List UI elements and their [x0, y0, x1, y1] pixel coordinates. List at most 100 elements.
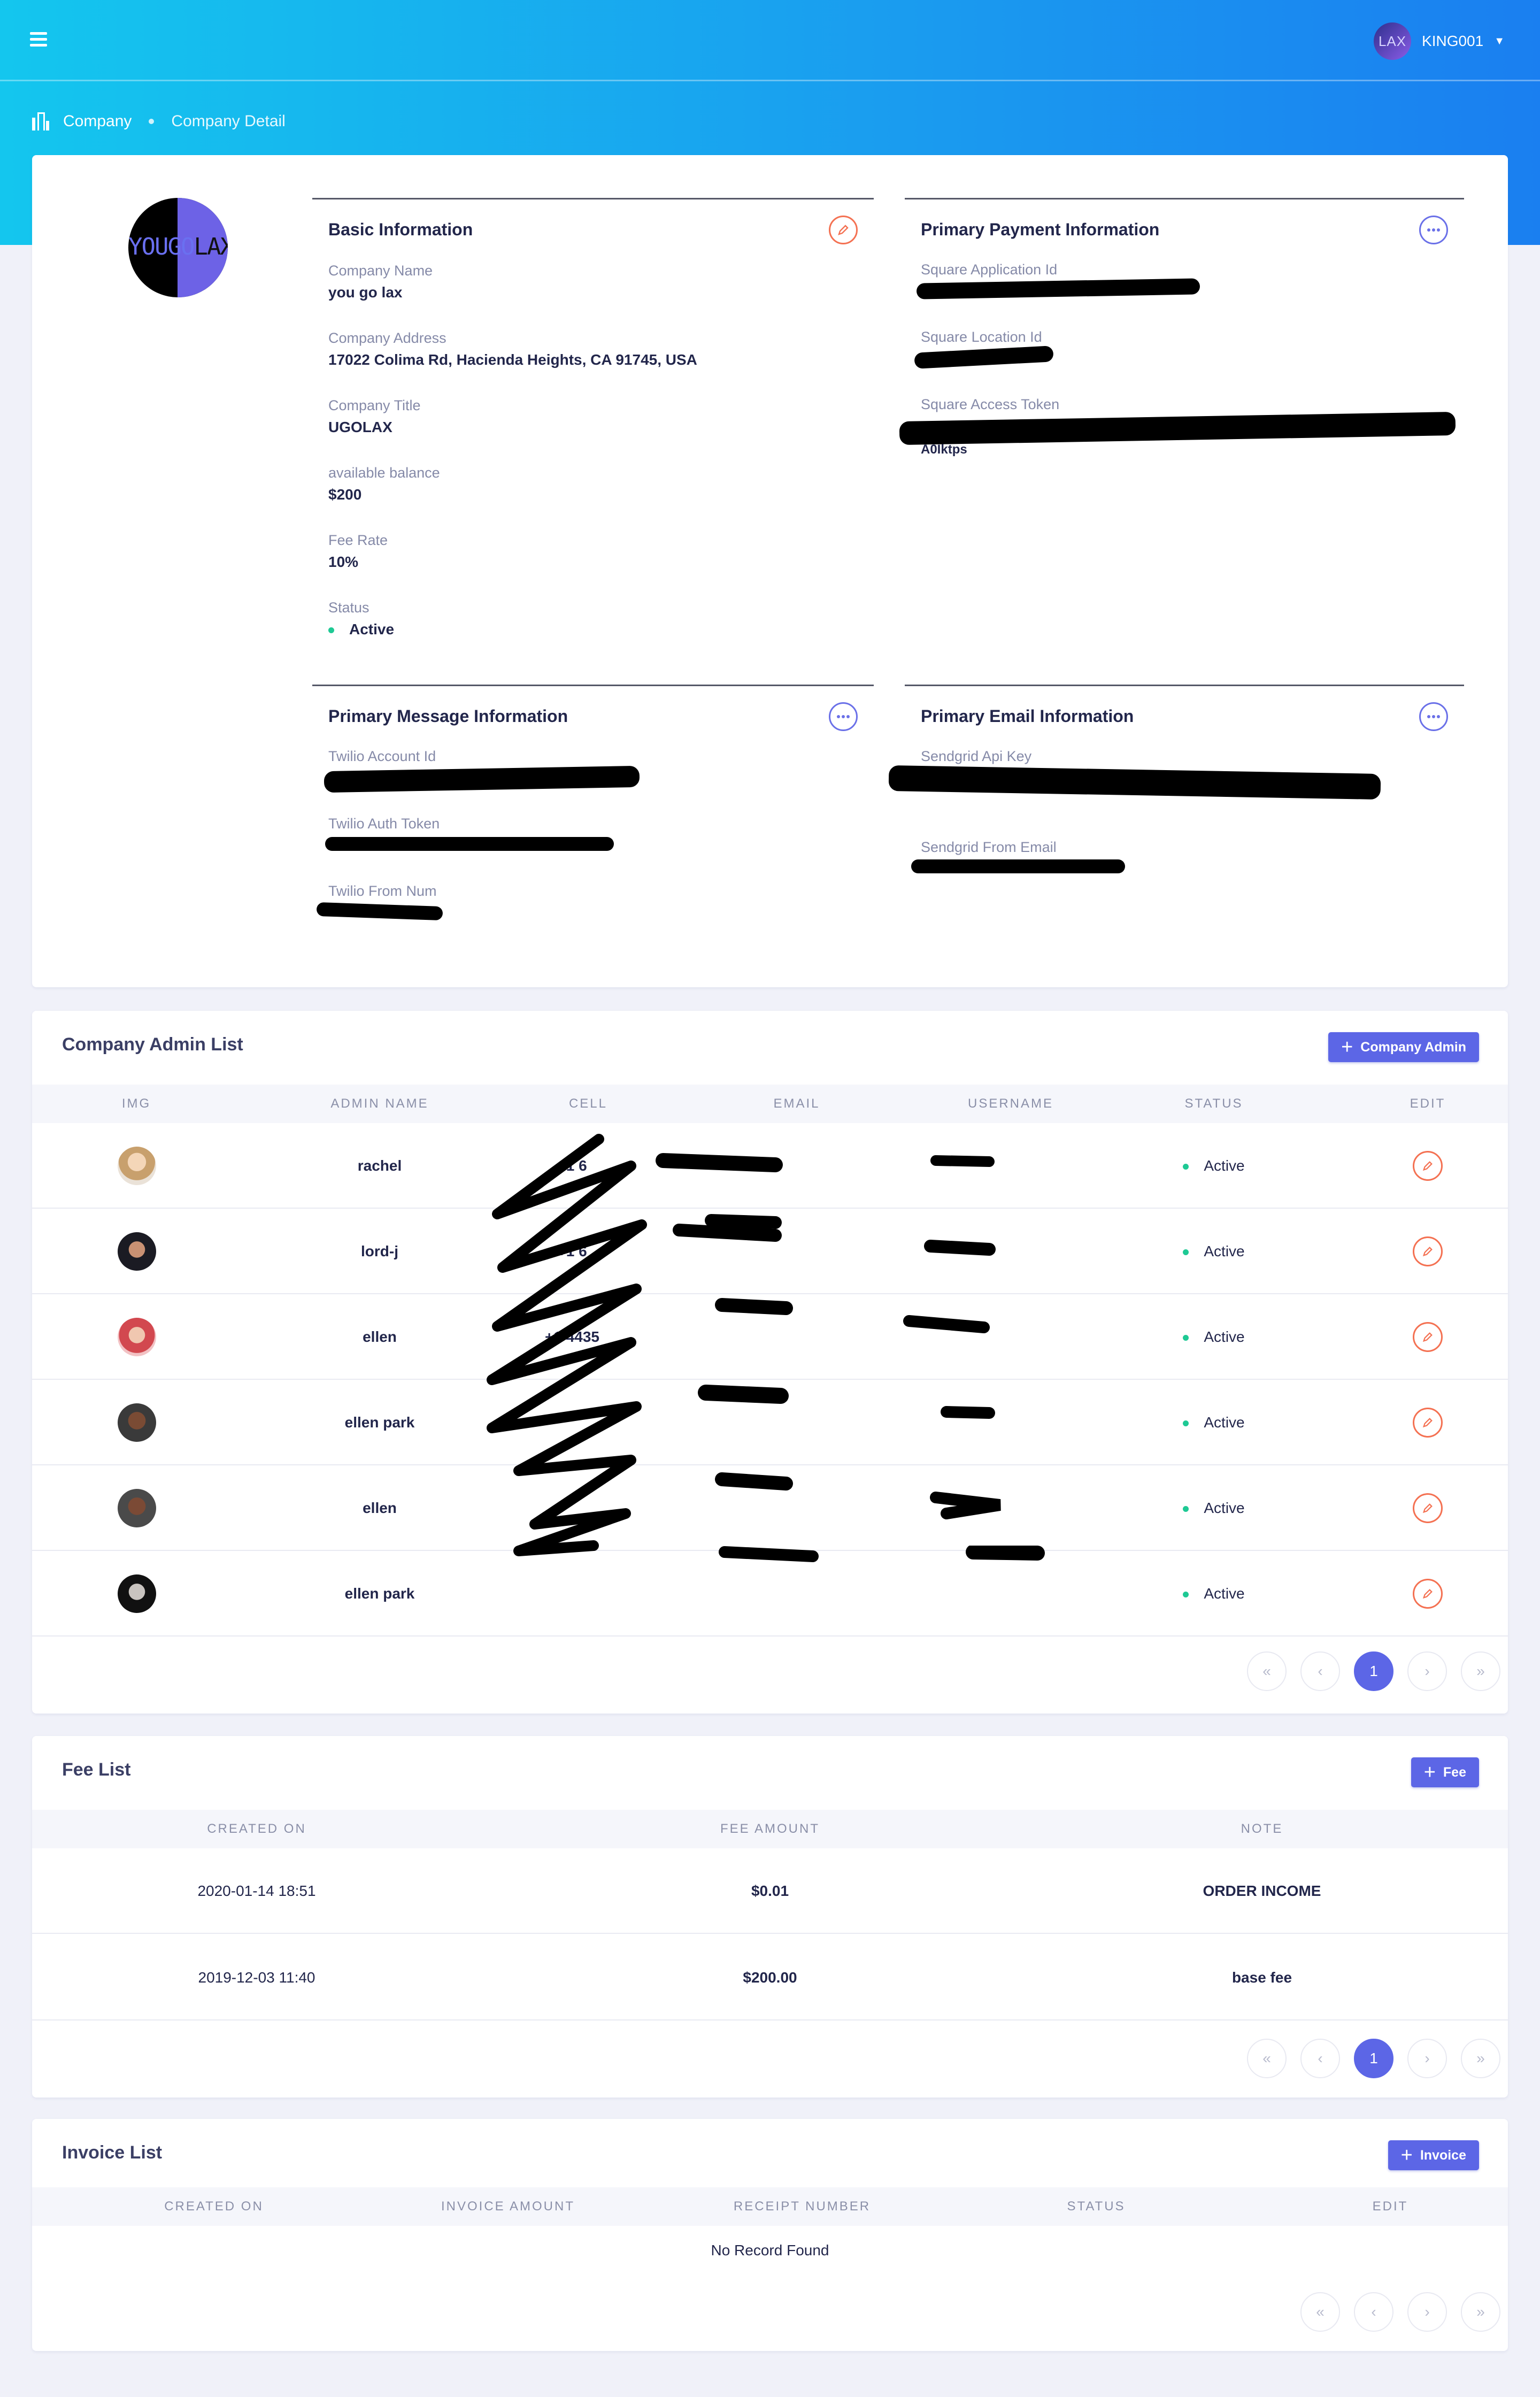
page-prev[interactable]: ‹ — [1300, 1651, 1340, 1691]
redaction-scribble — [487, 1134, 1001, 1556]
company-address-value: 17022 Colima Rd, Hacienda Heights, CA 91… — [328, 351, 697, 368]
admin-status: Active — [1128, 1209, 1299, 1294]
admin-pagination: « ‹ 1 › » — [1247, 1651, 1500, 1691]
admin-avatar — [118, 1147, 156, 1185]
status-dot — [1183, 1420, 1189, 1427]
redaction — [899, 411, 1456, 445]
admin-table-header: IMG ADMIN NAME CELL EMAIL USERNAME STATU… — [32, 1085, 1508, 1123]
plus-icon: + — [1341, 1036, 1353, 1058]
fee-created-on: 2019-12-03 11:40 — [198, 1969, 315, 1986]
breadcrumb-company[interactable]: Company — [63, 112, 132, 130]
company-admin-list-title: Company Admin List — [62, 1034, 243, 1055]
balance-value: $200 — [328, 486, 362, 503]
page-next[interactable]: › — [1407, 2039, 1447, 2078]
company-title-label: Company Title — [328, 397, 421, 413]
admin-avatar — [118, 1232, 156, 1271]
sendgrid-from-email-label: Sendgrid From Email — [921, 839, 1057, 855]
page-next[interactable]: › — [1407, 2292, 1447, 2332]
page-first[interactable]: « — [1300, 2292, 1340, 2332]
status-dot — [1183, 1249, 1189, 1256]
twilio-auth-token-label: Twilio Auth Token — [328, 816, 440, 832]
message-information-title: Primary Message Information — [328, 706, 568, 726]
col-edit: EDIT — [1372, 2199, 1408, 2214]
col-admin-name: ADMIN NAME — [330, 1096, 429, 1111]
edit-admin-button[interactable] — [1413, 1408, 1443, 1438]
add-invoice-label: Invoice — [1420, 2147, 1466, 2163]
redaction — [916, 278, 1200, 299]
col-email: EMAIL — [773, 1096, 820, 1111]
page-prev[interactable]: ‹ — [1354, 2292, 1393, 2332]
admin-avatar — [118, 1489, 156, 1527]
email-information-title: Primary Email Information — [921, 706, 1134, 726]
col-img: IMG — [121, 1096, 151, 1111]
page-next[interactable]: › — [1407, 1651, 1447, 1691]
fee-row[interactable]: 2020-01-14 18:51 $0.01 ORDER INCOME — [32, 1848, 1508, 1934]
redaction — [888, 765, 1381, 800]
company-admin-list-card: Company Admin List + Company Admin IMG A… — [32, 1011, 1508, 1714]
invoice-table-header: CREATED ON INVOICE AMOUNT RECEIPT NUMBER… — [32, 2187, 1508, 2226]
col-status: STATUS — [1184, 1096, 1243, 1111]
more-icon — [1427, 228, 1440, 232]
more-message-button[interactable] — [829, 702, 858, 731]
col-receipt-number: RECEIPT NUMBER — [733, 2199, 871, 2214]
pencil-icon — [1422, 1589, 1433, 1599]
add-invoice-button[interactable]: + Invoice — [1388, 2140, 1479, 2170]
admin-status: Active — [1128, 1123, 1299, 1209]
redaction-scribble — [719, 1546, 1045, 1562]
status-dot — [1183, 1164, 1189, 1170]
fee-note: ORDER INCOME — [1203, 1883, 1321, 1899]
status-dot — [1183, 1592, 1189, 1598]
page-1[interactable]: 1 — [1354, 1651, 1393, 1691]
admin-avatar — [118, 1318, 156, 1356]
page-last[interactable]: » — [1461, 2292, 1500, 2332]
pencil-icon — [1422, 1161, 1433, 1171]
more-payment-button[interactable] — [1419, 216, 1448, 244]
edit-admin-button[interactable] — [1413, 1322, 1443, 1352]
status-label: Status — [328, 600, 369, 616]
plus-icon: + — [1423, 1761, 1436, 1784]
edit-admin-button[interactable] — [1413, 1236, 1443, 1266]
more-icon — [1427, 715, 1440, 718]
edit-admin-button[interactable] — [1413, 1579, 1443, 1609]
user-menu[interactable]: LAX KING001 ▼ — [1374, 22, 1505, 60]
menu-icon[interactable] — [30, 32, 47, 47]
fee-row[interactable]: 2019-12-03 11:40 $200.00 base fee — [32, 1935, 1508, 2020]
admin-avatar — [118, 1403, 156, 1442]
add-company-admin-button[interactable]: + Company Admin — [1328, 1032, 1479, 1062]
add-fee-button[interactable]: + Fee — [1411, 1757, 1479, 1787]
page-last[interactable]: » — [1461, 1651, 1500, 1691]
company-logo: YOUGOLAX — [128, 198, 228, 297]
edit-basic-button[interactable] — [829, 216, 858, 244]
square-location-id-label: Square Location Id — [921, 329, 1042, 345]
page-first[interactable]: « — [1247, 2039, 1287, 2078]
fee-table-header: CREATED ON FEE AMOUNT NOTE — [32, 1810, 1508, 1848]
page-last[interactable]: » — [1461, 2039, 1500, 2078]
payment-information-section: Primary Payment Information Square Appli… — [899, 198, 1464, 658]
admin-status: Active — [1128, 1380, 1299, 1465]
more-email-button[interactable] — [1419, 702, 1448, 731]
col-username: USERNAME — [967, 1096, 1054, 1111]
status-dot — [1183, 1335, 1189, 1341]
page-1[interactable]: 1 — [1354, 2039, 1393, 2078]
company-detail-card: YOUGOLAX Basic Information Company Name … — [32, 155, 1508, 987]
redaction — [911, 859, 1125, 873]
col-created-on: CREATED ON — [164, 2199, 264, 2214]
page-prev[interactable]: ‹ — [1300, 2039, 1340, 2078]
edit-admin-button[interactable] — [1413, 1493, 1443, 1523]
message-information-section: Primary Message Information Twilio Accou… — [312, 685, 874, 952]
payment-information-title: Primary Payment Information — [921, 220, 1160, 239]
fee-created-on: 2020-01-14 18:51 — [197, 1883, 316, 1899]
redaction — [914, 345, 1054, 369]
fee-pagination: « ‹ 1 › » — [1247, 2039, 1500, 2078]
col-invoice-amount: INVOICE AMOUNT — [441, 2199, 575, 2214]
sendgrid-api-key-label: Sendgrid Api Key — [921, 748, 1032, 764]
invoice-list-title: Invoice List — [62, 2142, 163, 2163]
status-dot — [328, 627, 334, 634]
edit-admin-button[interactable] — [1413, 1151, 1443, 1181]
company-name-value: you go lax — [328, 284, 403, 301]
page-first[interactable]: « — [1247, 1651, 1287, 1691]
admin-status: Active — [1128, 1465, 1299, 1551]
pencil-icon — [1422, 1332, 1433, 1342]
fee-amount: $0.01 — [751, 1883, 789, 1899]
top-bar: LAX KING001 ▼ — [0, 0, 1540, 81]
